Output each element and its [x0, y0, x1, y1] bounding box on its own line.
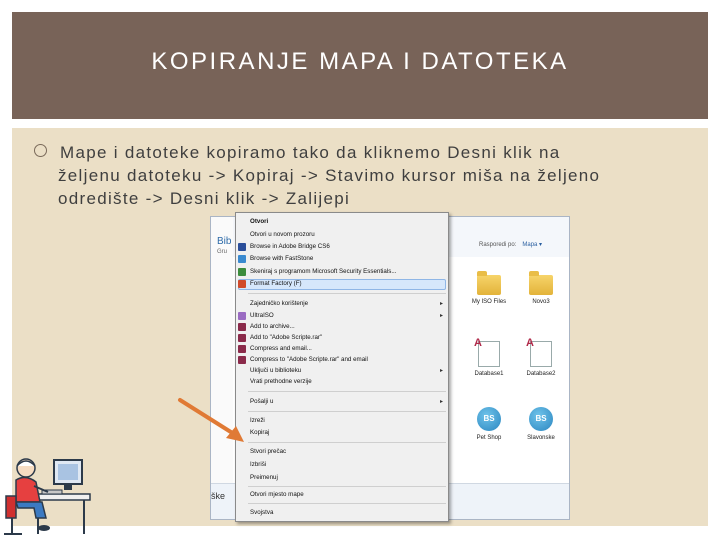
menu-item-open-new-window[interactable]: Otvori u novom prozoru [250, 230, 315, 240]
menu-item-cut[interactable]: Izreži [250, 416, 265, 426]
file-item[interactable]: My ISO Files [467, 271, 511, 306]
library-title: Bib [217, 236, 232, 247]
paragraph-line-1: Mape i datoteke kopiramo tako da kliknem… [60, 143, 561, 162]
menu-item-properties[interactable]: Svojstva [250, 508, 273, 518]
slide-title-bar: KOPIRANJE MAPA I DATOTEKA [12, 12, 708, 119]
file-label: Database2 [526, 371, 556, 377]
folder-icon [529, 271, 553, 295]
status-text: ške [211, 491, 226, 501]
menu-item-otvori[interactable]: Otvori [250, 217, 268, 227]
submenu-arrow-icon: ▸ [440, 312, 444, 319]
submenu-arrow-icon: ▸ [440, 367, 444, 374]
menu-item-copy[interactable]: Kopiraj [250, 428, 269, 438]
slide-paragraph: Mape i datoteke kopiramo tako da kliknem… [58, 141, 698, 210]
file-item[interactable]: BS Slavonske [519, 407, 563, 442]
person-at-computer-icon [4, 458, 91, 535]
folder-icon [477, 271, 501, 295]
menu-item-compress-email[interactable]: Compress and email... [250, 344, 312, 354]
access-database-icon [526, 339, 552, 367]
arrange-label: Rasporedi po: [479, 242, 517, 248]
menu-item-create-shortcut[interactable]: Stvori prečac [250, 447, 286, 457]
arrange-by: Rasporedi po: Mapa ▾ [479, 241, 542, 248]
menu-item-adobe-bridge[interactable]: Browse in Adobe Bridge CS6 [250, 242, 330, 252]
access-database-icon [474, 339, 500, 367]
paragraph-line-3: odredište -> Desni klik -> Zalijepi [58, 189, 351, 208]
menu-separator [248, 411, 446, 412]
menu-item-share[interactable]: Zajedničko korištenje [250, 299, 308, 309]
file-item[interactable]: Database2 [519, 339, 563, 378]
menu-item-rename[interactable]: Preimenuj [250, 473, 278, 483]
faststone-icon [238, 255, 246, 263]
arrange-dropdown[interactable]: Mapa ▾ [522, 242, 542, 248]
bs-project-icon: BS [477, 407, 501, 431]
file-label: My ISO Files [471, 299, 507, 305]
winrar-icon [238, 334, 246, 342]
menu-item-faststone[interactable]: Browse with FastStone [250, 254, 313, 264]
format-factory-icon [238, 280, 246, 288]
bullet-icon [34, 144, 47, 157]
library-subtitle: Gru [217, 249, 228, 255]
file-item[interactable]: Database1 [467, 339, 511, 378]
file-item[interactable]: Novo3 [519, 271, 563, 306]
menu-item-include-library[interactable]: Uključi u biblioteku [250, 366, 301, 376]
file-item[interactable]: BS Pet Shop [467, 407, 511, 442]
menu-item-security-scan[interactable]: Skeniraj s programom Microsoft Security … [250, 267, 397, 277]
menu-separator [248, 442, 446, 443]
ultraiso-icon [238, 312, 246, 320]
menu-item-format-factory[interactable]: Format Factory (F) [250, 279, 302, 289]
explorer-nav-pane [211, 217, 233, 519]
security-essentials-icon [238, 268, 246, 276]
pointer-arrow-icon [178, 398, 244, 442]
menu-item-ultraiso[interactable]: UltraISO [250, 311, 274, 321]
winrar-icon [238, 345, 246, 353]
submenu-arrow-icon: ▸ [440, 398, 444, 405]
menu-item-restore-versions[interactable]: Vrati prethodne verzije [250, 377, 312, 387]
menu-separator [248, 293, 446, 294]
file-label: Database1 [474, 371, 504, 377]
slide-title: KOPIRANJE MAPA I DATOTEKA [151, 48, 569, 75]
menu-separator [248, 486, 446, 487]
file-label: Novo3 [532, 299, 550, 305]
winrar-icon [238, 323, 246, 331]
menu-item-delete[interactable]: Izbriši [250, 460, 266, 470]
submenu-arrow-icon: ▸ [440, 300, 444, 307]
menu-item-add-to-rar[interactable]: Add to "Adobe Scripte.rar" [250, 333, 322, 343]
menu-separator [248, 503, 446, 504]
adobe-bridge-icon [238, 243, 246, 251]
paragraph-line-2: željenu datoteku -> Kopiraj -> Stavimo k… [58, 166, 601, 185]
file-label: Slavonske [527, 435, 555, 441]
menu-item-send-to[interactable]: Pošalji u [250, 397, 273, 407]
menu-separator [248, 391, 446, 392]
bs-project-icon: BS [529, 407, 553, 431]
file-label: Pet Shop [476, 435, 502, 441]
winrar-icon [238, 356, 246, 364]
menu-item-add-archive[interactable]: Add to archive... [250, 322, 295, 332]
context-menu: Otvori Otvori u novom prozoru Browse in … [235, 212, 449, 522]
menu-item-open-location[interactable]: Otvori mjesto mape [250, 490, 304, 500]
menu-item-compress-rar-email[interactable]: Compress to "Adobe Scripte.rar" and emai… [250, 355, 368, 365]
